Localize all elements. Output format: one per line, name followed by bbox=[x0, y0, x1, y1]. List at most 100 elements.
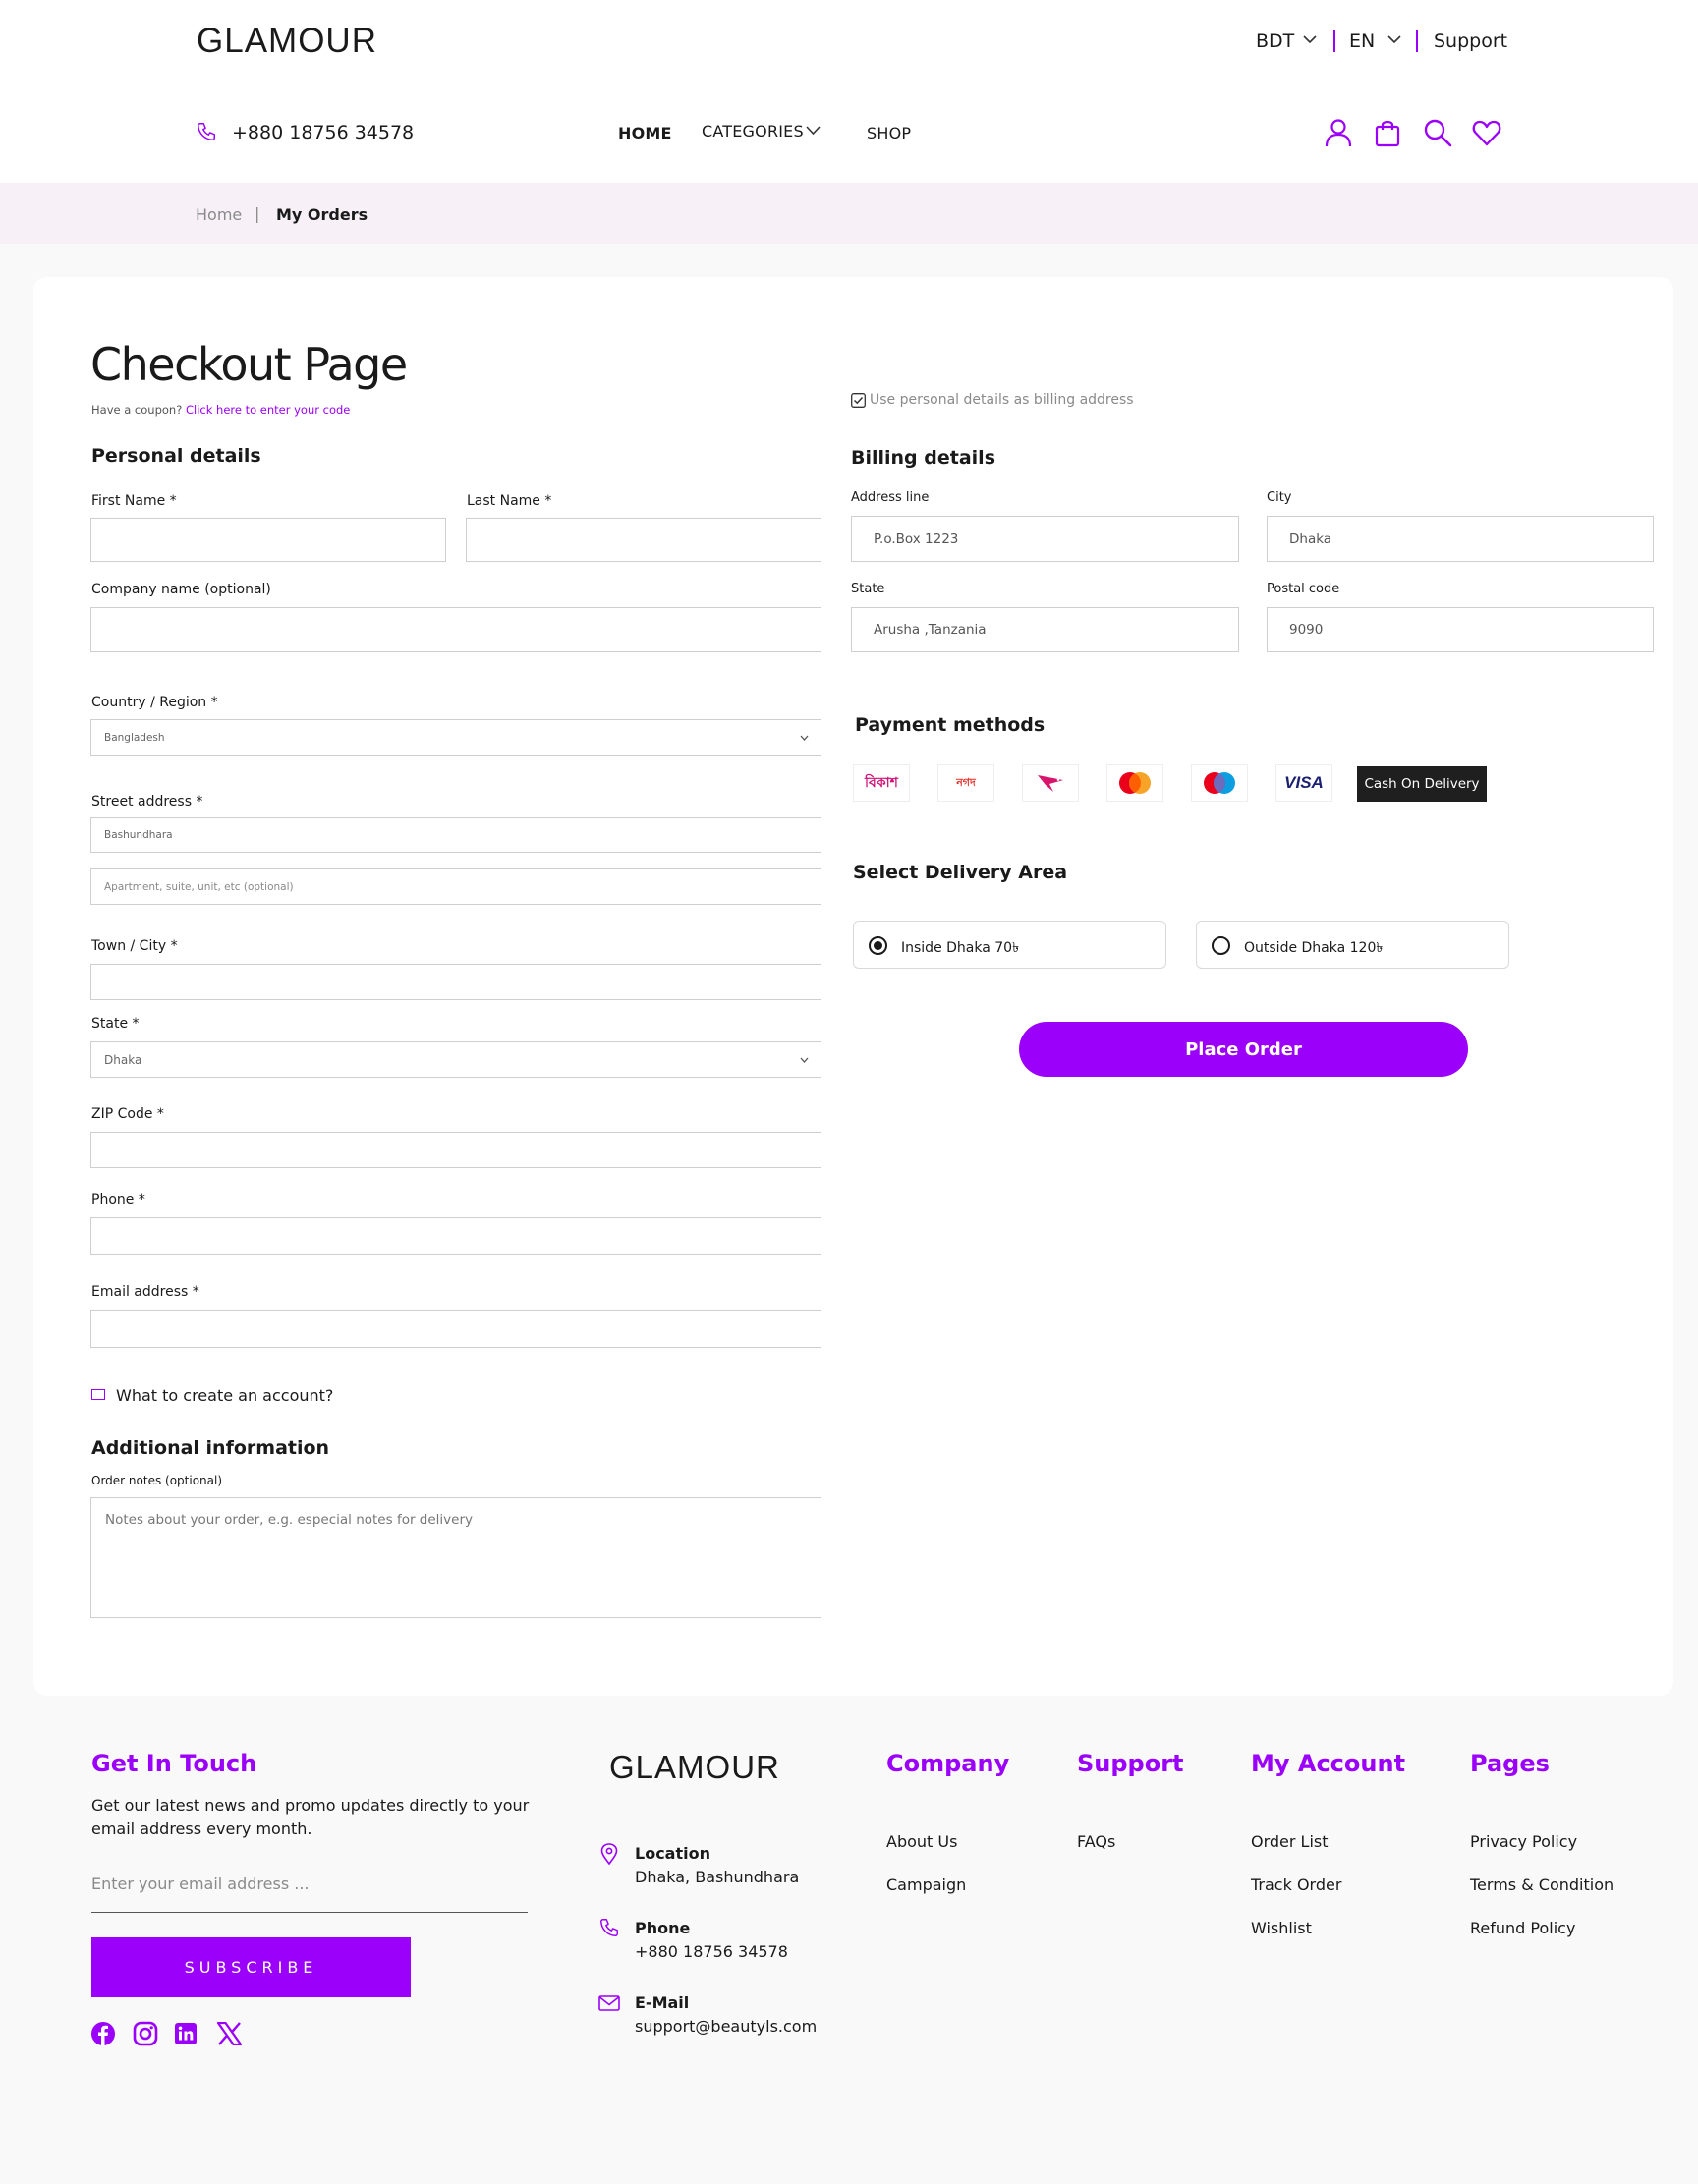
postal-code-value: 9090 bbox=[1289, 622, 1324, 638]
email-contact-value[interactable]: support@beautyls.com bbox=[635, 2017, 817, 2036]
chevron-down-icon[interactable] bbox=[1387, 35, 1401, 44]
language-selector[interactable]: EN bbox=[1349, 30, 1375, 52]
facebook-icon[interactable] bbox=[90, 2021, 116, 2046]
order-notes-textarea[interactable]: Notes about your order, e.g. especial no… bbox=[90, 1497, 821, 1618]
street-field[interactable]: Bashundhara bbox=[90, 817, 821, 853]
chevron-down-icon[interactable] bbox=[1303, 35, 1317, 44]
footer-link[interactable]: About Us bbox=[886, 1832, 957, 1851]
zip-field[interactable] bbox=[90, 1132, 821, 1168]
breadcrumb: Home | My Orders bbox=[0, 183, 1698, 244]
footer-link[interactable]: Campaign bbox=[886, 1876, 966, 1894]
breadcrumb-home[interactable]: Home bbox=[196, 205, 242, 224]
delivery-area-heading: Select Delivery Area bbox=[853, 862, 1068, 883]
state-value: Dhaka bbox=[104, 1052, 142, 1067]
footer-link[interactable]: Refund Policy bbox=[1470, 1919, 1575, 1937]
breadcrumb-separator: | bbox=[255, 204, 260, 223]
street-value: Bashundhara bbox=[104, 829, 173, 841]
additional-info-heading: Additional information bbox=[91, 1437, 330, 1459]
nagad-option[interactable]: নগদ bbox=[937, 764, 994, 802]
address-line-label: Address line bbox=[851, 490, 930, 505]
apartment-field[interactable]: Apartment, suite, unit, etc (optional) bbox=[90, 868, 821, 905]
phone-field[interactable] bbox=[90, 1217, 821, 1255]
mastercard-option[interactable] bbox=[1106, 764, 1163, 802]
visa-option[interactable]: VISA bbox=[1275, 764, 1332, 802]
billing-same-checkbox[interactable] bbox=[851, 393, 866, 408]
place-order-button[interactable]: Place Order bbox=[1019, 1022, 1468, 1077]
city-value: Dhaka bbox=[1289, 531, 1332, 547]
first-name-field[interactable] bbox=[90, 518, 446, 562]
footer-link[interactable]: Terms & Condition bbox=[1470, 1876, 1613, 1894]
footer-link[interactable]: Privacy Policy bbox=[1470, 1832, 1577, 1851]
divider bbox=[1333, 30, 1335, 52]
radio-unselected[interactable] bbox=[1212, 936, 1230, 955]
coupon-link[interactable]: Click here to enter your code bbox=[186, 403, 350, 417]
billing-state-label: State bbox=[851, 582, 885, 596]
footer-link[interactable]: Order List bbox=[1251, 1832, 1329, 1851]
country-label: Country / Region * bbox=[91, 695, 218, 710]
breadcrumb-current: My Orders bbox=[276, 205, 368, 224]
rocket-option[interactable] bbox=[1022, 764, 1079, 802]
header-phone[interactable]: +880 18756 34578 bbox=[232, 122, 414, 143]
town-field[interactable] bbox=[90, 964, 821, 1000]
town-label: Town / City * bbox=[91, 938, 178, 954]
linkedin-icon[interactable] bbox=[174, 2022, 198, 2045]
city-field[interactable]: Dhaka bbox=[1267, 516, 1654, 562]
address-line-field[interactable]: P.o.Box 1223 bbox=[851, 516, 1239, 562]
inside-dhaka-option[interactable]: Inside Dhaka 70৳ bbox=[853, 921, 1166, 969]
last-name-label: Last Name * bbox=[467, 493, 552, 509]
cash-on-delivery-option[interactable]: Cash On Delivery bbox=[1357, 766, 1487, 802]
page-title: Checkout Page bbox=[90, 338, 408, 391]
billing-state-field[interactable]: Arusha ,Tanzania bbox=[851, 607, 1239, 652]
shopping-bag-icon[interactable] bbox=[1374, 118, 1401, 147]
instagram-icon[interactable] bbox=[133, 2021, 158, 2046]
footer-link[interactable]: FAQs bbox=[1077, 1832, 1115, 1851]
nav-categories[interactable]: CATEGORIES bbox=[702, 122, 804, 140]
phone-icon bbox=[198, 123, 215, 140]
address-line-value: P.o.Box 1223 bbox=[874, 531, 959, 547]
chevron-down-icon[interactable] bbox=[806, 126, 821, 136]
footer-link[interactable]: Track Order bbox=[1251, 1876, 1341, 1894]
last-name-field[interactable] bbox=[466, 518, 821, 562]
company-field[interactable] bbox=[90, 607, 821, 652]
radio-selected[interactable] bbox=[869, 936, 887, 955]
subscribe-button[interactable]: SUBSCRIBE bbox=[91, 1937, 411, 1997]
state-select[interactable]: Dhaka bbox=[90, 1041, 821, 1078]
bkash-option[interactable]: বিকাশ bbox=[853, 764, 910, 802]
country-value: Bangladesh bbox=[104, 731, 165, 744]
heart-icon[interactable] bbox=[1472, 119, 1501, 146]
city-label: City bbox=[1267, 490, 1292, 505]
footer-logo[interactable]: GLAMOUR bbox=[609, 1749, 780, 1786]
nagad-logo: নগদ bbox=[956, 775, 976, 789]
support-link[interactable]: Support bbox=[1434, 30, 1507, 52]
currency-selector[interactable]: BDT bbox=[1256, 30, 1294, 52]
outside-dhaka-option[interactable]: Outside Dhaka 120৳ bbox=[1196, 921, 1509, 969]
user-icon[interactable] bbox=[1324, 118, 1353, 147]
create-account-checkbox[interactable] bbox=[91, 1389, 105, 1400]
support-heading: Support bbox=[1077, 1750, 1184, 1777]
nav-shop[interactable]: SHOP bbox=[867, 124, 911, 142]
street-label: Street address * bbox=[91, 794, 203, 810]
email-field[interactable] bbox=[90, 1310, 821, 1348]
company-heading: Company bbox=[886, 1750, 1010, 1777]
mastercard-logo bbox=[1119, 772, 1151, 794]
country-select[interactable]: Bangladesh bbox=[90, 719, 821, 756]
x-twitter-icon[interactable] bbox=[217, 2022, 242, 2045]
nav-home[interactable]: HOME bbox=[618, 124, 672, 142]
order-notes-placeholder: Notes about your order, e.g. especial no… bbox=[105, 1512, 474, 1528]
email-label: Email address * bbox=[91, 1284, 199, 1300]
postal-code-field[interactable]: 9090 bbox=[1267, 607, 1654, 652]
phone-value[interactable]: +880 18756 34578 bbox=[635, 1942, 788, 1961]
site-logo[interactable]: GLAMOUR bbox=[197, 22, 377, 61]
chevron-down-icon bbox=[800, 1057, 809, 1063]
maestro-option[interactable] bbox=[1191, 764, 1248, 802]
phone-label: Phone * bbox=[91, 1192, 145, 1207]
visa-logo: VISA bbox=[1284, 773, 1324, 792]
location-pin-icon bbox=[600, 1843, 618, 1865]
coupon-prompt: Have a coupon? bbox=[91, 403, 183, 417]
order-notes-label: Order notes (optional) bbox=[91, 1474, 223, 1487]
newsletter-email-input[interactable]: Enter your email address ... bbox=[91, 1875, 310, 1893]
footer-link[interactable]: Wishlist bbox=[1251, 1919, 1312, 1937]
rocket-logo bbox=[1038, 775, 1063, 792]
phone-icon bbox=[600, 1919, 618, 1936]
search-icon[interactable] bbox=[1423, 118, 1452, 147]
